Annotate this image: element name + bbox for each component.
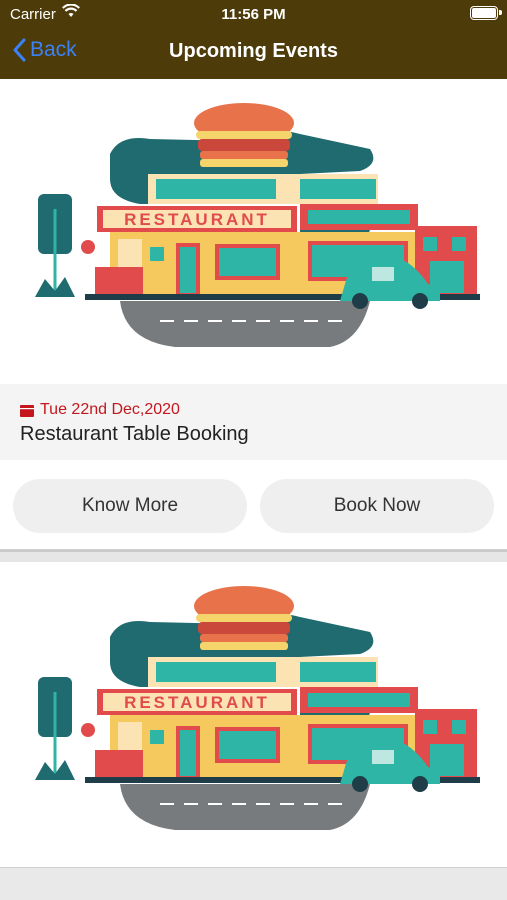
book-now-button[interactable]: Book Now	[260, 479, 494, 533]
event-list[interactable]: RESTAURANT Tue 22nd Dec,2020 Restaurant …	[0, 79, 507, 900]
event-info: Tue 22nd Dec,2020 Restaurant Table Booki…	[0, 384, 507, 460]
restaurant-sign-text: RESTAURANT	[124, 693, 270, 712]
restaurant-sign-text: RESTAURANT	[124, 210, 270, 229]
battery-icon	[470, 6, 502, 20]
clock: 11:56 PM	[221, 6, 286, 23]
navigation-bar: Back Upcoming Events	[0, 28, 507, 79]
event-actions: Know More Book Now	[0, 460, 507, 549]
page-title: Upcoming Events	[169, 40, 338, 62]
calendar-icon	[20, 404, 34, 417]
event-date: Tue 22nd Dec,2020	[40, 401, 180, 418]
event-date-row: Tue 22nd Dec,2020	[20, 401, 507, 419]
event-card: RESTAURANT	[0, 562, 507, 868]
status-bar: Carrier 11:56 PM	[0, 0, 507, 28]
restaurant-illustration: RESTAURANT	[0, 79, 507, 384]
restaurant-illustration: RESTAURANT	[0, 562, 507, 867]
header: Carrier 11:56 PM Back Upcoming Events	[0, 0, 507, 79]
know-more-button[interactable]: Know More	[13, 479, 247, 533]
card-separator	[0, 550, 507, 562]
event-card: RESTAURANT	[0, 79, 507, 550]
event-title: Restaurant Table Booking	[20, 423, 249, 445]
